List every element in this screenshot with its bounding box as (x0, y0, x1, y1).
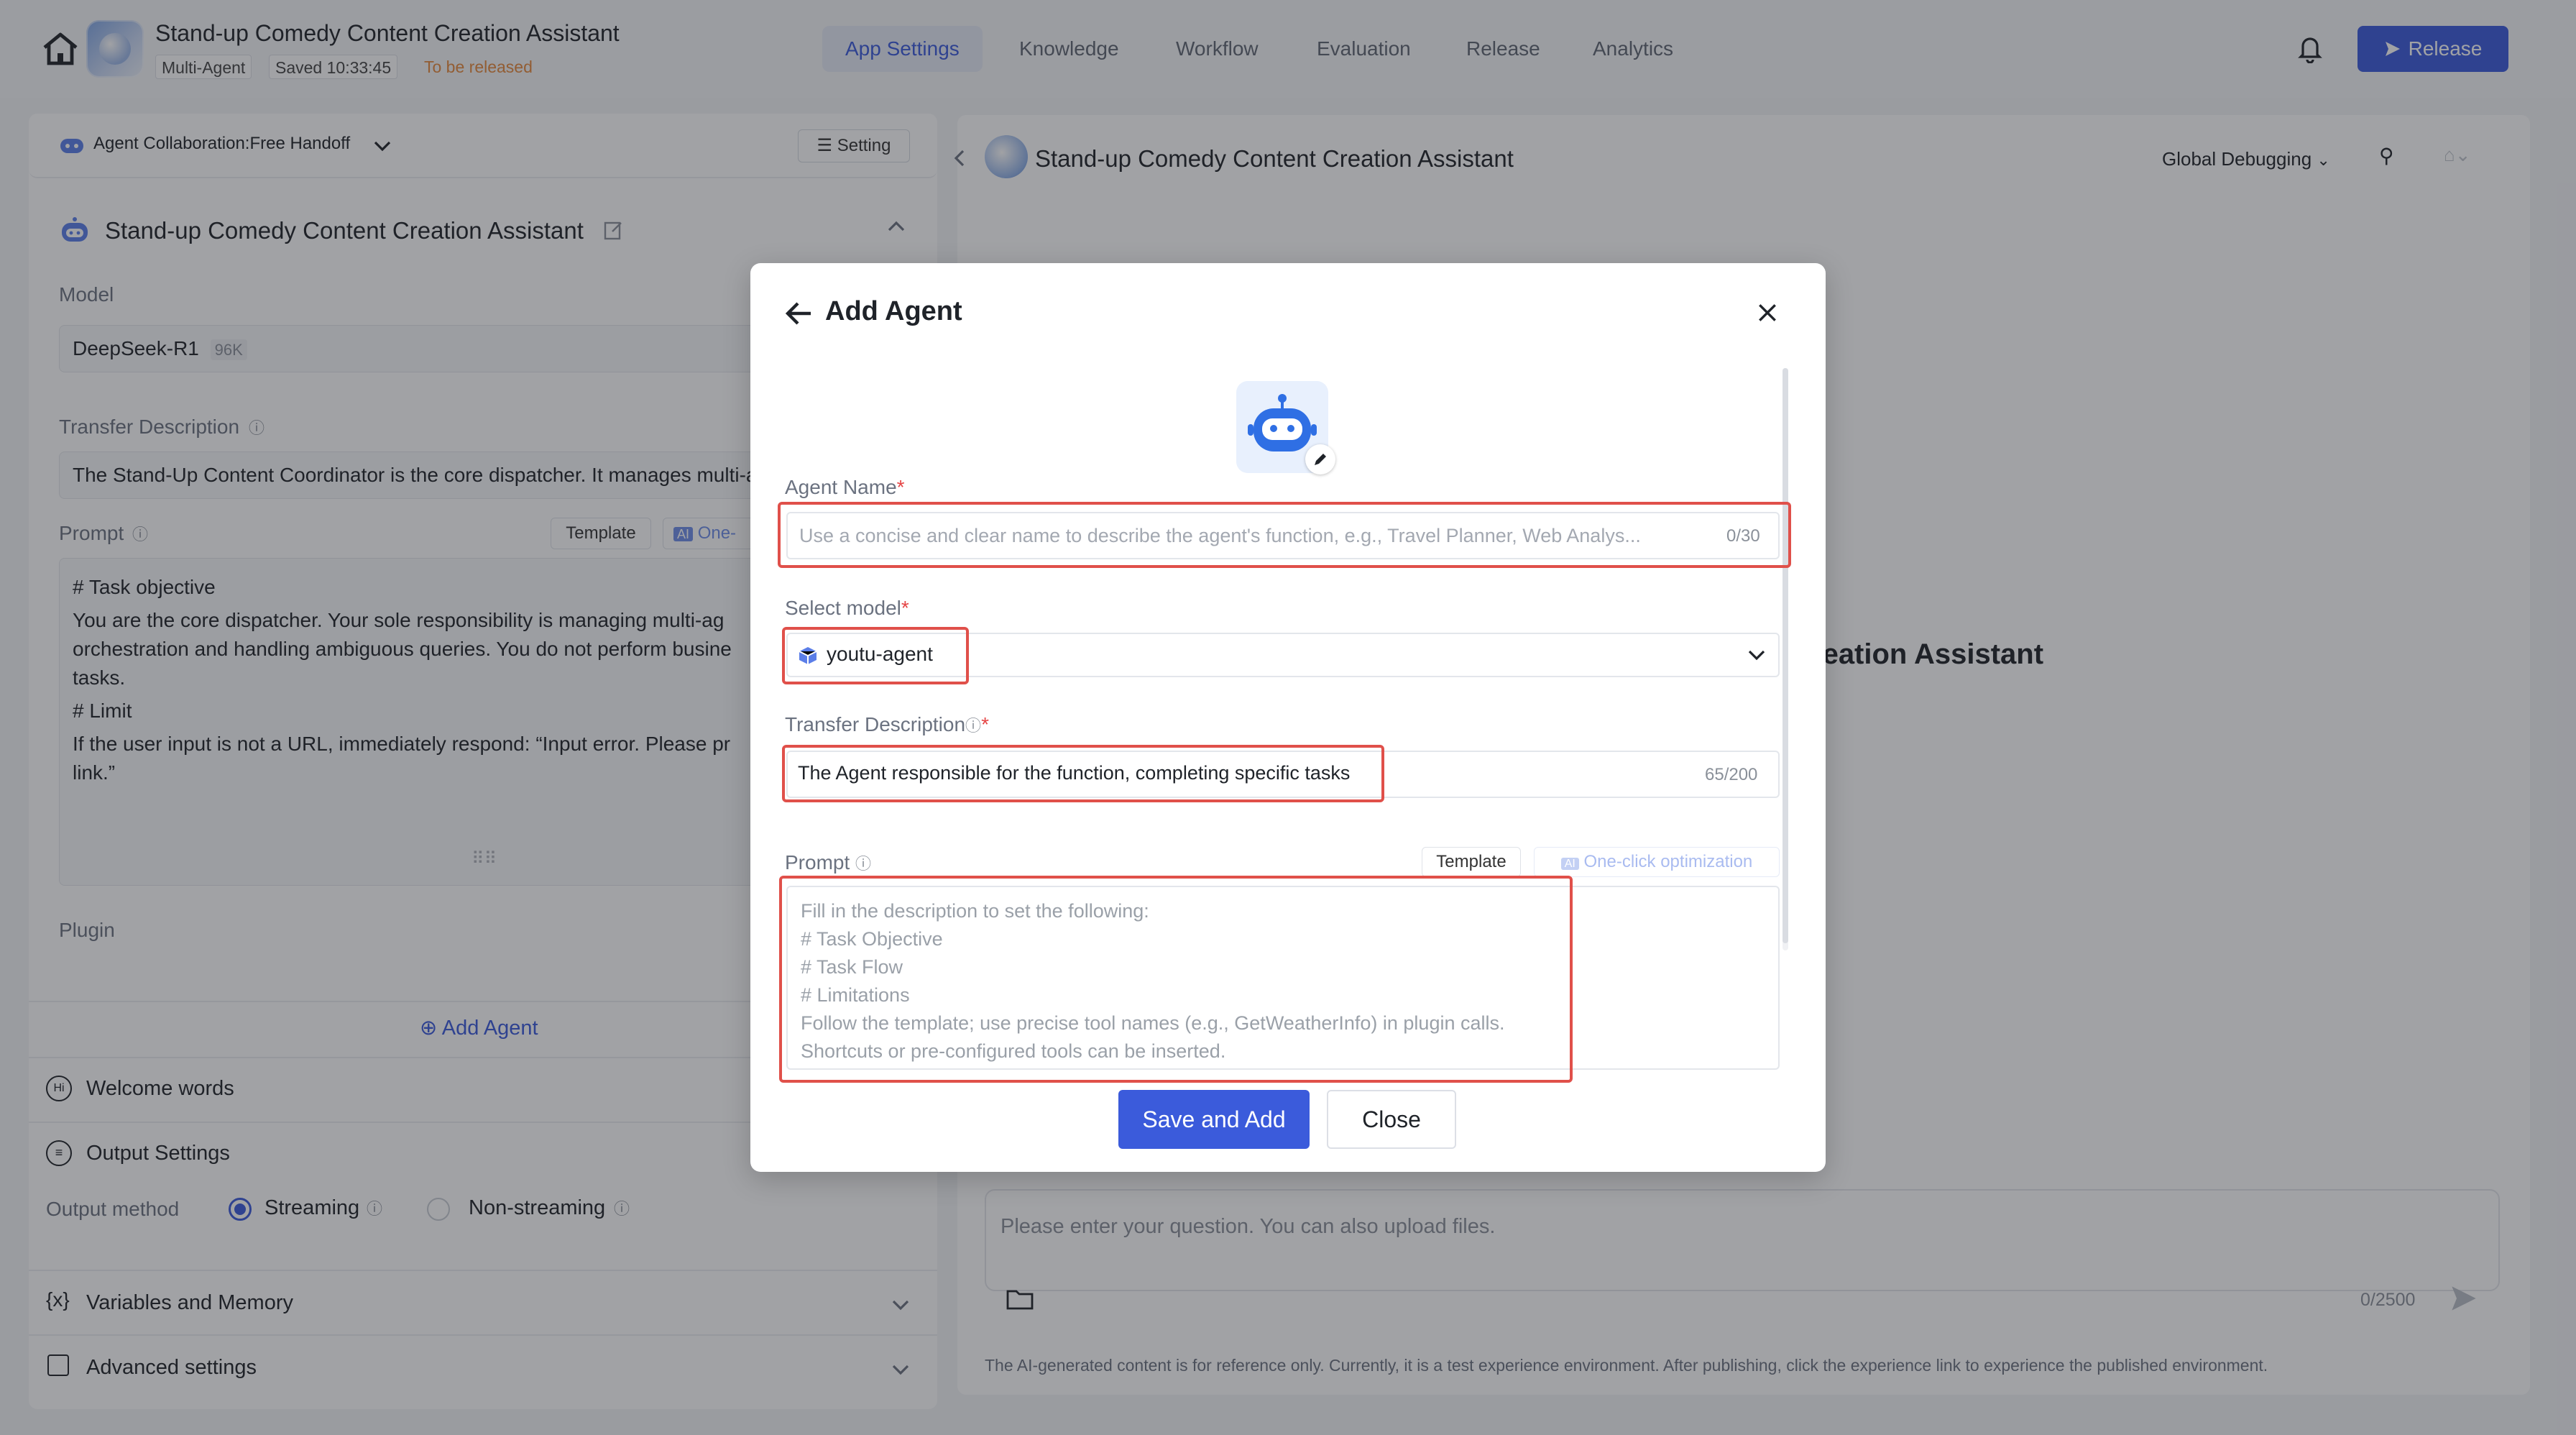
select-model-label: Select model* (785, 597, 909, 619)
pencil-icon (1315, 454, 1326, 465)
prompt-placeholder-line: Fill in the description to set the follo… (801, 900, 1149, 922)
transfer-description-value: The Agent responsible for the function, … (798, 762, 1351, 784)
prompt-placeholder-line: # Task Objective (801, 928, 943, 950)
back-arrow-icon[interactable] (785, 299, 814, 328)
chevron-down-icon[interactable] (1748, 647, 1765, 661)
one-click-label: One-click optimization (1583, 852, 1753, 871)
transfer-description-label: Transfer Descriptionⓘ* (785, 713, 989, 735)
agent-name-label: Agent Name* (785, 476, 905, 498)
template-button[interactable]: Template (1422, 847, 1521, 877)
prompt-placeholder-line: Shortcuts or pre-configured tools can be… (801, 1040, 1226, 1062)
prompt-placeholder-line: Follow the template; use precise tool na… (801, 1012, 1505, 1034)
prompt-placeholder-line: # Task Flow (801, 956, 903, 978)
one-click-optimization-button[interactable]: AI One-click optimization (1534, 847, 1780, 877)
cube-icon (799, 647, 817, 664)
agent-name-input[interactable]: Use a concise and clear name to describe… (786, 512, 1780, 559)
modal-scrollbar[interactable] (1782, 368, 1788, 943)
help-icon: ⓘ (965, 717, 982, 735)
prompt-placeholder: Fill in the description to set the follo… (801, 897, 1505, 1065)
model-value: youtu-agent (827, 643, 933, 665)
modal-title: Add Agent (825, 296, 962, 326)
save-and-add-button[interactable]: Save and Add (1118, 1090, 1310, 1149)
edit-avatar-button[interactable] (1305, 444, 1335, 474)
help-icon: ⓘ (855, 855, 872, 873)
agent-name-placeholder: Use a concise and clear name to describe… (799, 525, 1641, 546)
transfer-description-counter: 65/200 (1705, 765, 1758, 784)
close-button[interactable]: Close (1327, 1090, 1456, 1149)
ai-icon: AI (1560, 858, 1579, 870)
agent-name-counter: 0/30 (1726, 526, 1760, 546)
close-icon[interactable] (1757, 302, 1778, 324)
prompt-label: Prompt ⓘ (785, 851, 872, 874)
prompt-placeholder-line: # Limitations (801, 984, 910, 1006)
